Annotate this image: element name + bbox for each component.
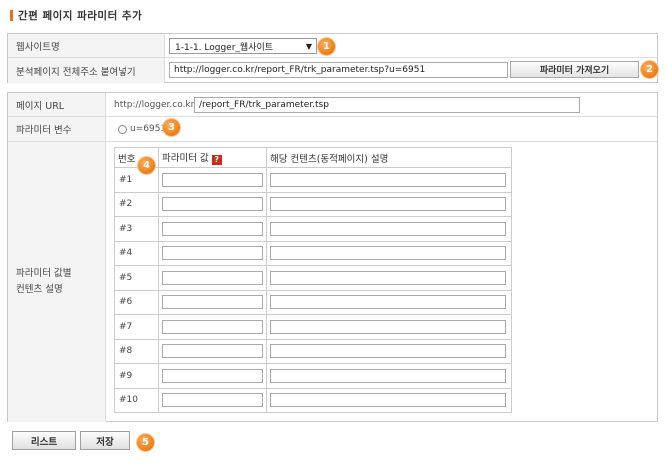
site-select[interactable]: 1-1-1. Logger_웹사이트 ▼ — [169, 38, 317, 54]
table-header-row: 번호 파라미터 값? 해당 컨텐츠(동적페이지) 설명 — [114, 147, 512, 168]
callout-badge-5: 5 — [137, 434, 154, 451]
param-value-input[interactable] — [162, 368, 263, 383]
header-description: 해당 컨텐츠(동적페이지) 설명 — [266, 147, 512, 168]
description-input[interactable] — [270, 368, 506, 383]
param-var-radio[interactable] — [118, 125, 127, 134]
list-button[interactable]: 리스트 — [12, 431, 76, 450]
param-desc-label-line2: 컨텐츠 설명 — [16, 284, 63, 295]
param-value-input[interactable] — [162, 393, 263, 408]
page-url-prefix: http://logger.co.kr — [114, 100, 195, 110]
param-var-row: 파라미터 변수 u=6951 — [8, 117, 657, 142]
param-value-input[interactable] — [162, 246, 263, 261]
param-value-input[interactable] — [162, 295, 263, 310]
description-input[interactable] — [270, 344, 506, 359]
description-input[interactable] — [270, 197, 506, 212]
page-title-text: 간편 페이지 파라미터 추가 — [18, 9, 143, 22]
table-row: #6 — [114, 289, 512, 315]
fetch-parameters-button[interactable]: 파라미터 가져오기 — [510, 61, 639, 78]
site-select-value: 1-1-1. Logger_웹사이트 — [175, 42, 274, 53]
callout-badge-3: 3 — [163, 119, 180, 136]
header-param-value: 파라미터 값? — [158, 147, 267, 168]
param-value-input[interactable] — [162, 319, 263, 334]
description-input[interactable] — [270, 295, 506, 310]
page-url-input[interactable]: /report_FR/trk_parameter.tsp — [194, 97, 580, 113]
description-input[interactable] — [270, 246, 506, 261]
table-row: #7 — [114, 314, 512, 340]
param-var-option: u=6951 — [130, 124, 167, 134]
param-desc-row: 파라미터 값별 컨텐츠 설명 번호 파라미터 값? 해당 컨텐츠(동적페이지) … — [8, 142, 657, 422]
help-icon[interactable]: ? — [211, 155, 222, 165]
table-row: #2 — [114, 191, 512, 217]
description-input[interactable] — [270, 221, 506, 236]
callout-badge-2: 2 — [641, 61, 658, 78]
title-marker — [10, 9, 13, 21]
row-number: #4 — [114, 240, 159, 266]
description-input[interactable] — [270, 393, 506, 408]
description-input[interactable] — [270, 172, 506, 187]
row-number: #8 — [114, 338, 159, 364]
parameter-form: 페이지 URL http://logger.co.kr /report_FR/t… — [7, 92, 658, 422]
description-input[interactable] — [270, 270, 506, 285]
param-value-input[interactable] — [162, 221, 263, 236]
page-url-label: 페이지 URL — [8, 93, 106, 116]
save-button[interactable]: 저장 — [80, 431, 130, 450]
page-url-row: 페이지 URL http://logger.co.kr /report_FR/t… — [8, 93, 657, 117]
table-row: #1 — [114, 167, 512, 193]
table-row: #10 — [114, 387, 512, 413]
chevron-down-icon: ▼ — [305, 41, 312, 51]
table-row: #3 — [114, 216, 512, 242]
table-row: #8 — [114, 338, 512, 364]
param-value-input[interactable] — [162, 344, 263, 359]
row-number: #6 — [114, 289, 159, 315]
row-number: #3 — [114, 216, 159, 242]
header-param-value-text: 파라미터 값 — [162, 153, 209, 164]
row-number: #2 — [114, 191, 159, 217]
table-row: #5 — [114, 265, 512, 291]
url-label: 분석페이지 전체주소 붙여넣기 — [8, 58, 165, 83]
callout-badge-1: 1 — [318, 38, 335, 55]
row-number: #7 — [114, 314, 159, 340]
parameter-table: 번호 파라미터 값? 해당 컨텐츠(동적페이지) 설명 #1 #2 #3 #4 … — [114, 147, 512, 413]
param-value-input[interactable] — [162, 270, 263, 285]
param-value-input[interactable] — [162, 197, 263, 212]
row-number: #9 — [114, 363, 159, 389]
callout-badge-4: 4 — [138, 157, 155, 174]
param-var-label: 파라미터 변수 — [8, 117, 106, 141]
table-row: #9 — [114, 363, 512, 389]
site-label: 웹사이트명 — [8, 34, 165, 57]
param-desc-label: 파라미터 값별 컨텐츠 설명 — [8, 142, 106, 422]
table-row: #4 — [114, 240, 512, 266]
row-number: #5 — [114, 265, 159, 291]
url-row: 분석페이지 전체주소 붙여넣기 http://logger.co.kr/repo… — [8, 58, 657, 83]
full-url-input[interactable]: http://logger.co.kr/report_FR/trk_parame… — [169, 62, 508, 78]
row-number: #10 — [114, 387, 159, 413]
param-desc-label-line1: 파라미터 값별 — [16, 268, 72, 279]
page-title: 간편 페이지 파라미터 추가 — [10, 8, 142, 22]
description-input[interactable] — [270, 319, 506, 334]
param-value-input[interactable] — [162, 172, 263, 187]
